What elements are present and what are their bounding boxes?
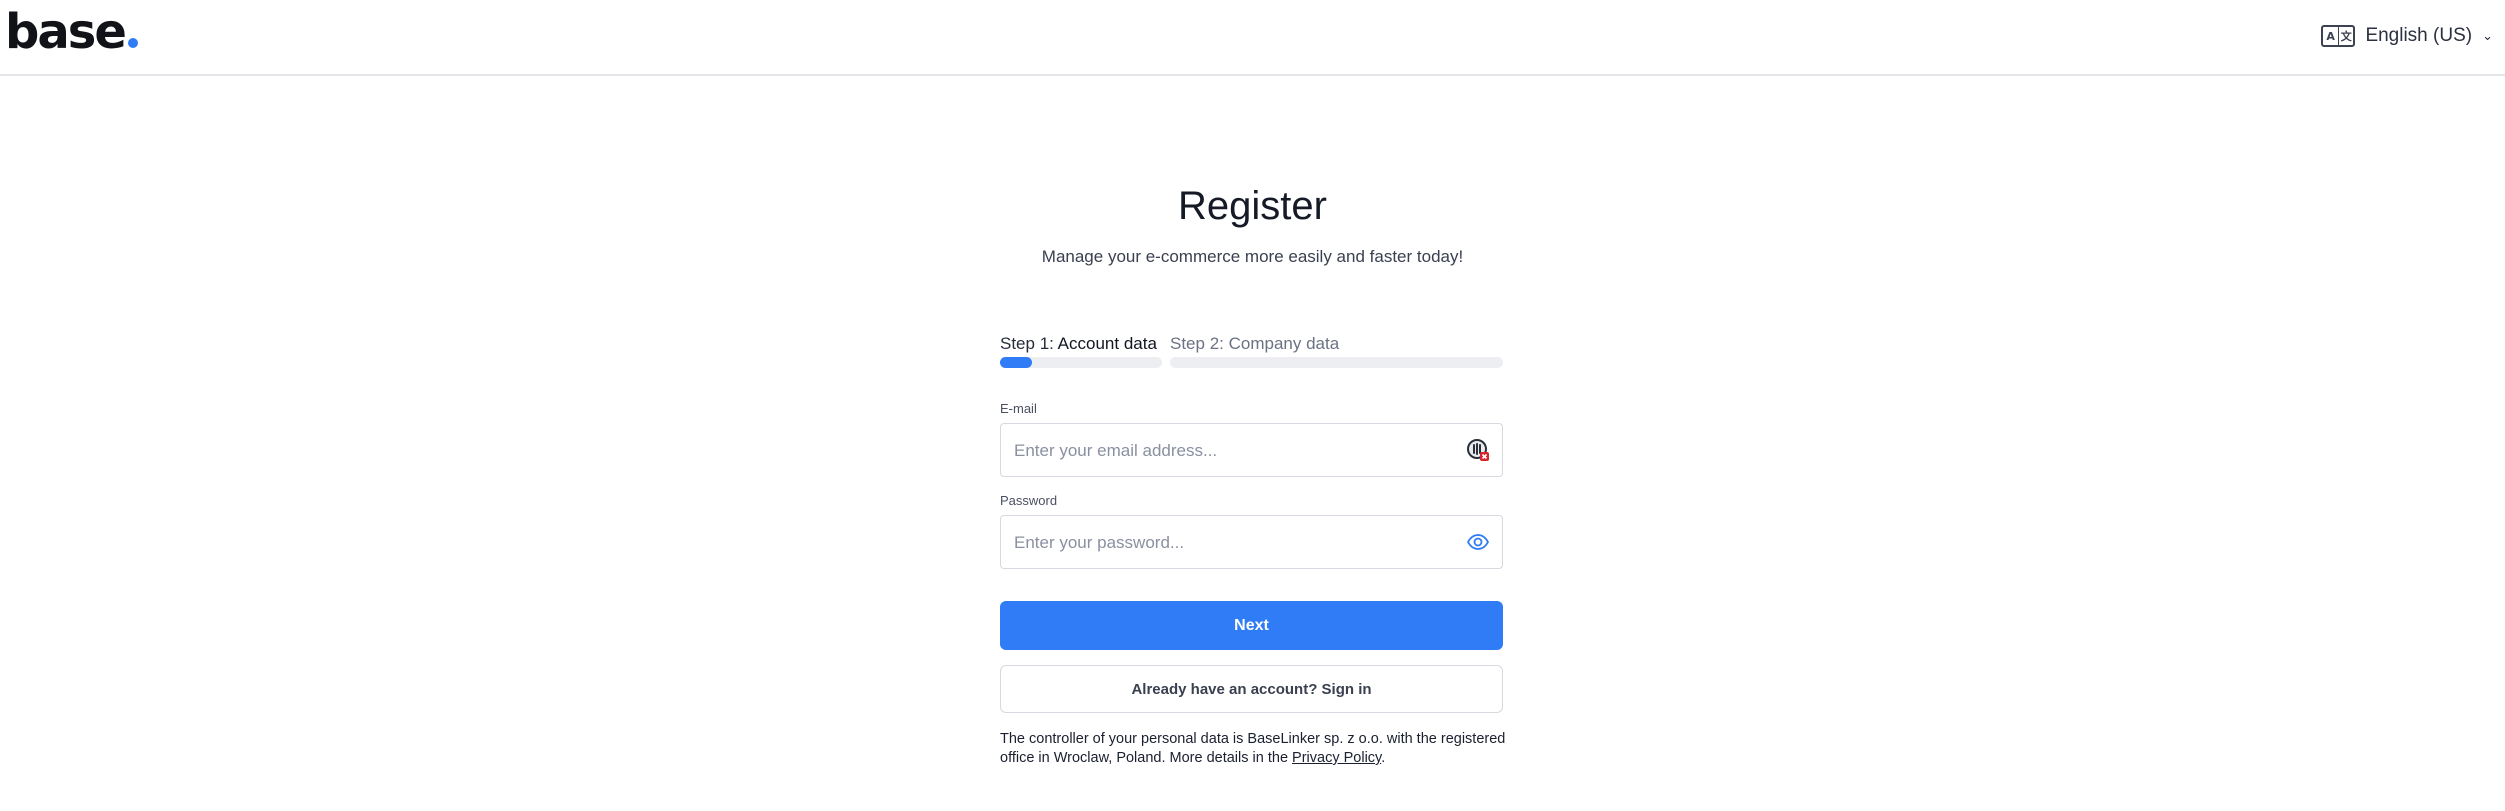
logo-text: base [5, 4, 127, 60]
base-logo[interactable]: base [5, 6, 138, 58]
email-label: E-mail [1000, 401, 1037, 416]
top-bar: base A文 English (US) ⌄ [0, 0, 2505, 76]
eye-icon[interactable] [1466, 530, 1490, 554]
logo-dot [127, 38, 138, 48]
step-2-progress-bar [1170, 357, 1503, 368]
privacy-notice: The controller of your personal data is … [1000, 730, 1510, 768]
step-indicator: Step 1: Account data Step 2: Company dat… [1000, 333, 1503, 369]
page-subtitle: Manage your e-commerce more easily and f… [1041, 247, 1464, 266]
privacy-notice-text: The controller of your personal data is … [1000, 731, 1506, 766]
email-field[interactable]: Enter your email address... [1000, 423, 1503, 477]
step-1-name: Account data [1057, 334, 1157, 353]
step-1-progress-fill [1000, 357, 1032, 368]
password-manager-icon[interactable] [1466, 438, 1490, 462]
page-title: Register [1178, 184, 1327, 228]
language-selector[interactable]: A文 English (US) ⌄ [2321, 22, 2493, 50]
email-placeholder: Enter your email address... [1014, 441, 1218, 460]
step-2-name: Company data [1228, 334, 1340, 353]
step-1-prefix: Step 1: [1000, 334, 1054, 353]
step-1-progress-bar [1000, 357, 1162, 368]
step-2-prefix: Step 2: [1170, 334, 1224, 353]
sign-in-button[interactable]: Already have an account? Sign in [1000, 665, 1503, 713]
step-1-label: Step 1: Account data [1000, 333, 1162, 355]
privacy-policy-link[interactable]: Privacy Policy [1292, 750, 1381, 766]
step-2-label: Step 2: Company data [1170, 333, 1339, 355]
next-button[interactable]: Next [1000, 601, 1503, 650]
password-label: Password [1000, 493, 1058, 508]
language-label: English (US) [2365, 25, 2473, 46]
register-form: Step 1: Account data Step 2: Company dat… [1000, 333, 1505, 766]
password-field[interactable]: Enter your password... [1000, 515, 1503, 569]
translate-icon: A文 [2321, 25, 2356, 47]
privacy-notice-end: . [1381, 750, 1386, 766]
chevron-down-icon: ⌄ [2482, 28, 2493, 43]
password-placeholder: Enter your password... [1014, 533, 1185, 552]
